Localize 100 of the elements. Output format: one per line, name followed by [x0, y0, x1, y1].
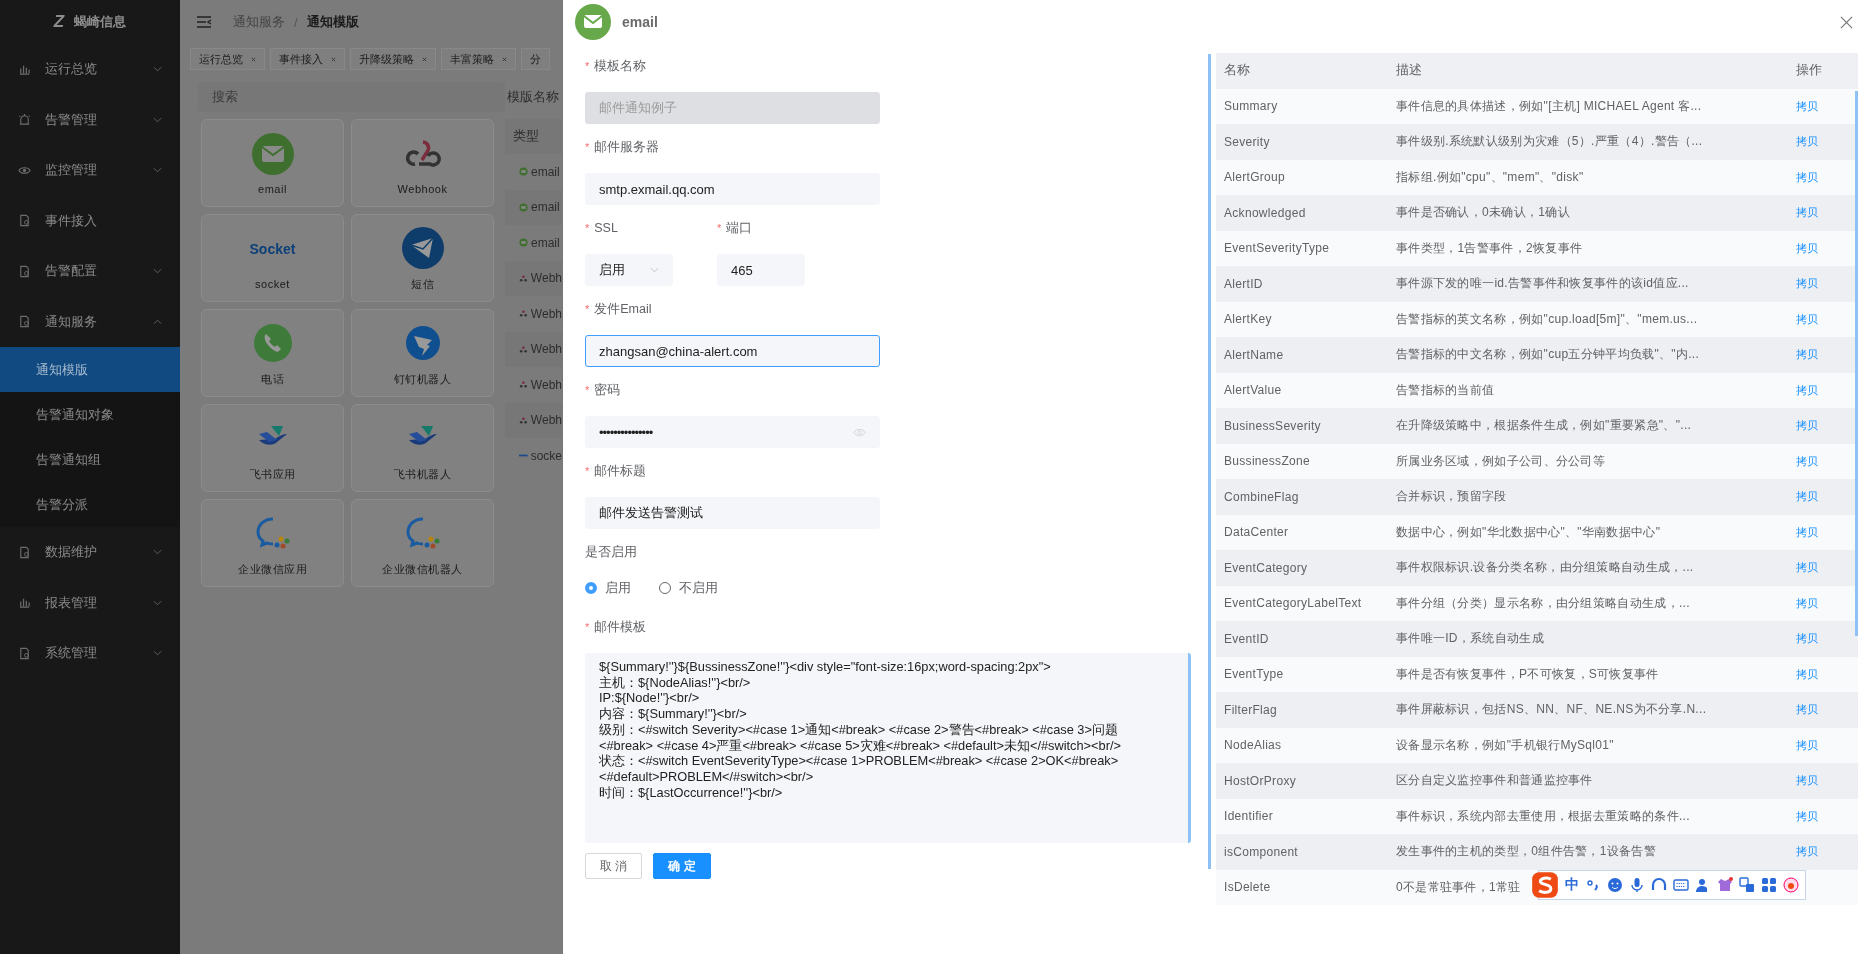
copy-link[interactable]: 拷贝 — [1776, 169, 1858, 185]
template-field[interactable]: ${Summary!''}${BussinessZone!''}<div style="font-size:16px;word-spacing:2px"> 主机：${NodeAlias!''}<br/> IP:${Node!''}<br/> 内容：${Summary!''}<br/> 级别：<#switch Severity><#case 1>通知<#break> <#case 2>警告<#break> <#case 3>问题<#break> <#case 4>严重<#break> <#case 5>灾难<#break> <#default>未知</#switch><br/> 状态：<#switch EventSeverityType><#case 1>PROBLEM<#break> <#case 2>OK<#break> <#default>PROBLEM</#switch><br/> 时间：${LastOccurrence!''}<br/> — [585, 653, 1191, 843]
channel-label: 电话 — [261, 371, 284, 387]
ime-logo-icon[interactable] — [1531, 871, 1559, 899]
table-cell: 事件唯一ID，系统自动生成 — [1396, 630, 1544, 648]
copy-link[interactable]: 拷贝 — [1776, 702, 1858, 718]
copy-link[interactable]: 拷贝 — [1776, 347, 1858, 363]
page-tab[interactable]: 事件接入 — [270, 48, 345, 70]
copy-link[interactable]: 拷贝 — [1776, 382, 1858, 398]
socket-logo: Socket — [249, 241, 296, 257]
copy-link[interactable]: 拷贝 — [1776, 595, 1858, 611]
radio-option[interactable]: 不启用 — [659, 579, 718, 597]
channel-card[interactable]: 电话 — [201, 309, 344, 397]
shirt-icon[interactable] — [1717, 877, 1733, 893]
page-tab[interactable]: 升降级策略 — [350, 48, 436, 70]
sidebar-item[interactable]: 系统管理 — [0, 628, 180, 679]
sidebar-subitem[interactable]: 告警通知对象 — [0, 392, 180, 437]
channel-card[interactable]: Webhook — [351, 119, 494, 207]
sidebar-item[interactable]: 告警配置 — [0, 246, 180, 297]
copy-link[interactable]: 拷贝 — [1776, 773, 1858, 789]
copy-link[interactable]: 拷贝 — [1776, 453, 1858, 469]
headphones-icon[interactable] — [1651, 877, 1667, 893]
grid-icon[interactable] — [1761, 877, 1777, 893]
copy-link[interactable]: 拷贝 — [1776, 205, 1858, 221]
channel-card[interactable]: 短信 — [351, 214, 494, 302]
chevron-down-icon — [650, 267, 659, 273]
table-cell: 所属业务区域，例如子公司、分公司等 — [1396, 452, 1606, 470]
table-cell: 事件标识，系统内部去重使用，根据去重策略的条件... — [1396, 807, 1690, 825]
keyboard-icon[interactable] — [1673, 877, 1689, 893]
text-field[interactable]: 邮件发送告警测试 — [585, 497, 880, 529]
close-icon[interactable] — [502, 56, 507, 62]
sidebar-item[interactable]: 运行总览 — [0, 44, 180, 95]
table-cell-text: BussinessZone — [1223, 454, 1311, 469]
channel-card[interactable]: 飞书机器人 — [351, 404, 494, 492]
microphone-icon[interactable] — [1629, 877, 1645, 893]
copy-link[interactable]: 拷贝 — [1776, 311, 1858, 327]
sidebar-subitem[interactable]: 告警分派 — [0, 482, 180, 527]
cancel-button[interactable]: 取 消 — [585, 853, 643, 879]
document-icon — [18, 646, 31, 660]
webhook-icon — [519, 344, 528, 354]
translate-icon[interactable] — [1739, 877, 1755, 893]
sidebar-item[interactable]: 告警管理 — [0, 94, 180, 145]
ime-mode[interactable]: 中 — [1565, 876, 1579, 894]
close-icon[interactable] — [1840, 15, 1853, 29]
copy-link[interactable]: 拷贝 — [1776, 808, 1858, 824]
channel-card[interactable]: 钉钉机器人 — [351, 309, 494, 397]
punctuation-icon[interactable] — [1585, 877, 1601, 893]
search-field[interactable]: 搜索 — [198, 82, 505, 112]
text-field[interactable]: 465 — [717, 254, 805, 286]
page-tab[interactable]: 运行总览 — [190, 48, 265, 70]
table-cell: socke — [530, 448, 562, 463]
copy-link[interactable]: 拷贝 — [1776, 489, 1858, 505]
table-cell: 区分自定义监控事件和普通监控事件 — [1396, 772, 1593, 790]
text-field[interactable]: zhangsan@china-alert.com — [585, 335, 880, 367]
text-field[interactable]: smtp.exmail.qq.com — [585, 173, 880, 205]
copy-link[interactable]: 拷贝 — [1776, 276, 1858, 292]
table-cell: 设备显示名称，例如"手机银行MySql01" — [1396, 736, 1614, 754]
scrollbar-thumb[interactable] — [1855, 91, 1858, 636]
copy-link[interactable]: 拷贝 — [1776, 134, 1858, 150]
channel-card[interactable]: 企业微信应用 — [201, 499, 344, 587]
sidebar-item[interactable]: 监控管理 — [0, 145, 180, 196]
close-icon[interactable] — [331, 56, 336, 62]
copy-link[interactable]: 拷贝 — [1776, 631, 1858, 647]
copy-link[interactable]: 拷贝 — [1776, 240, 1858, 256]
channel-card[interactable]: Socket socket — [201, 214, 344, 302]
radio-option[interactable]: 启用 — [585, 579, 631, 597]
close-icon[interactable] — [251, 56, 256, 62]
copy-link[interactable]: 拷贝 — [1776, 666, 1858, 682]
mascot-icon[interactable] — [1783, 877, 1799, 893]
password-field[interactable]: ••••••••••••••• — [585, 416, 880, 448]
copy-link[interactable]: 拷贝 — [1776, 560, 1858, 576]
webhook-icon — [519, 415, 528, 425]
channel-card[interactable]: email — [201, 119, 344, 207]
channel-card[interactable]: 飞书应用 — [201, 404, 344, 492]
breadcrumb-item: 通知模版 — [306, 13, 359, 31]
emoji-icon[interactable] — [1607, 877, 1623, 893]
sidebar-item[interactable]: 数据维护 — [0, 527, 180, 578]
confirm-button[interactable]: 确 定 — [653, 853, 711, 879]
copy-link[interactable]: 拷贝 — [1776, 844, 1858, 860]
table-cell: 合并标识，预留字段 — [1396, 488, 1507, 506]
select-field[interactable]: 启用 — [585, 254, 673, 286]
copy-link[interactable]: 拷贝 — [1776, 98, 1858, 114]
field-label: * 端口 — [717, 219, 754, 237]
scrollbar-thumb[interactable] — [1208, 54, 1211, 869]
page-tab[interactable]: 分 — [521, 48, 550, 70]
sidebar-item[interactable]: 通知服务 — [0, 296, 180, 347]
field-label: * 邮件模板 — [585, 618, 648, 636]
radio-button[interactable] — [585, 582, 597, 594]
channel-card[interactable]: 企业微信机器人 — [351, 499, 494, 587]
sidebar-item[interactable]: 事件接入 — [0, 195, 180, 246]
sidebar-item[interactable]: 报表管理 — [0, 577, 180, 628]
sidebar-subitem[interactable]: 通知模版 — [0, 347, 180, 392]
copy-link[interactable]: 拷贝 — [1776, 418, 1858, 434]
copy-link[interactable]: 拷贝 — [1776, 737, 1858, 753]
page-tab[interactable]: 丰富策略 — [441, 48, 516, 70]
close-icon[interactable] — [422, 56, 427, 62]
menu-icon[interactable] — [196, 15, 212, 29]
copy-link[interactable]: 拷贝 — [1776, 524, 1858, 540]
sidebar-subitem[interactable]: 告警通知组 — [0, 437, 180, 482]
channel-label: 短信 — [411, 276, 434, 292]
